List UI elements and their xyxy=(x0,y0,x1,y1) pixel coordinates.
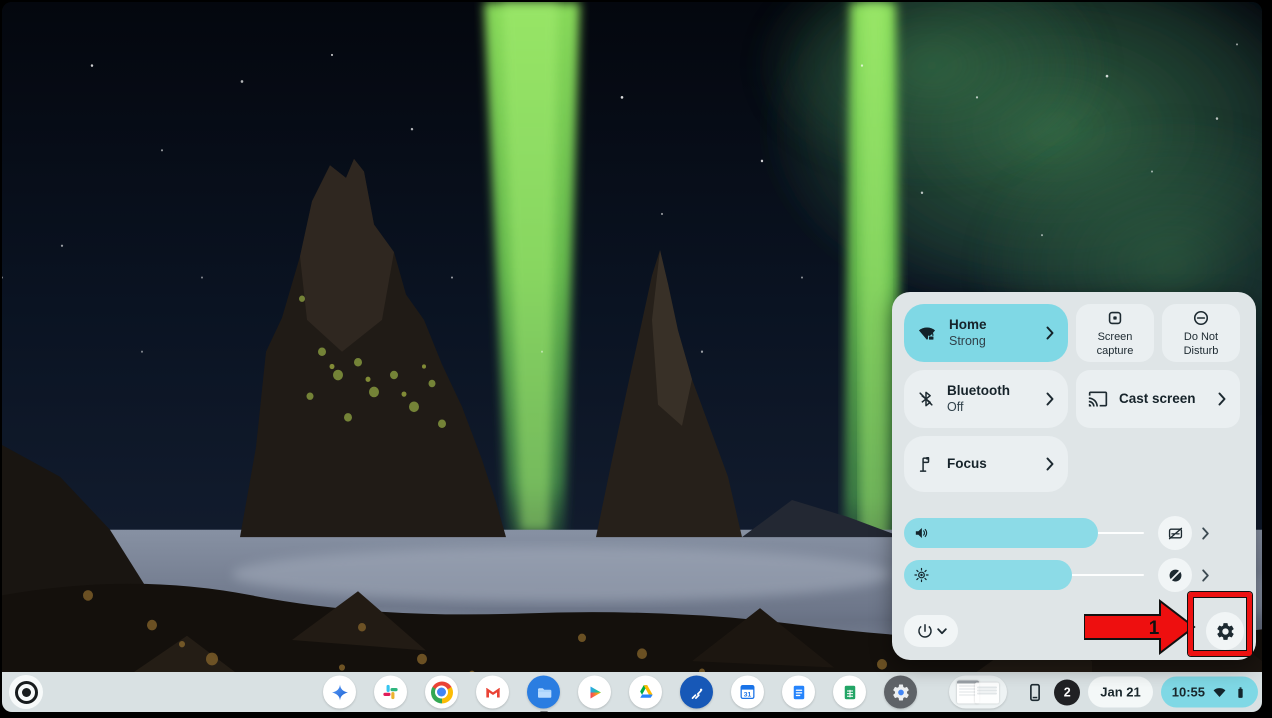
gemini-icon xyxy=(330,682,350,702)
live-caption-off-icon xyxy=(1166,524,1185,543)
gmail-icon xyxy=(483,682,503,702)
screenshot-frame: Home Strong Screen capture Do Not Distur… xyxy=(0,0,1272,718)
files-icon xyxy=(534,682,554,702)
app-screencast[interactable] xyxy=(680,676,713,709)
cast-screen-label: Cast screen xyxy=(1119,391,1216,407)
docs-icon xyxy=(790,683,808,701)
volume-slider-fill xyxy=(904,518,1098,548)
clock-label: 10:55 xyxy=(1172,685,1205,700)
chevron-right-icon xyxy=(1044,457,1056,471)
date-label: Jan 21 xyxy=(1100,685,1140,700)
shelf: 31 xyxy=(2,672,1262,712)
app-settings[interactable] xyxy=(884,676,917,709)
calendar-icon: 31 xyxy=(738,683,757,702)
screen-capture-icon xyxy=(1105,308,1125,328)
do-not-disturb-tile[interactable]: Do Not Disturb xyxy=(1162,304,1240,362)
network-status: Strong xyxy=(949,334,1044,349)
power-icon xyxy=(916,622,934,640)
night-light-off-icon xyxy=(1166,566,1185,585)
app-gmail[interactable] xyxy=(476,676,509,709)
chevron-down-icon xyxy=(937,628,947,635)
volume-slider[interactable] xyxy=(904,518,1144,548)
quick-settings-panel: Home Strong Screen capture Do Not Distur… xyxy=(892,292,1256,660)
phone-hub-button[interactable] xyxy=(1024,680,1046,704)
chevron-right-icon xyxy=(1216,392,1228,406)
power-button[interactable] xyxy=(904,615,958,647)
app-sheets[interactable] xyxy=(833,676,866,709)
phone-hub-icon xyxy=(1024,680,1046,704)
app-chrome[interactable] xyxy=(425,676,458,709)
chevron-right-icon xyxy=(1044,326,1056,340)
slack-icon xyxy=(381,683,400,702)
running-indicator xyxy=(540,711,548,712)
display-settings-chevron[interactable] xyxy=(1200,569,1211,582)
focus-label: Focus xyxy=(947,456,1044,472)
chevron-right-icon xyxy=(1044,392,1056,406)
bluetooth-status: Off xyxy=(947,400,1044,415)
app-drive[interactable] xyxy=(629,676,662,709)
svg-text:31: 31 xyxy=(744,691,752,698)
app-gemini[interactable] xyxy=(323,676,356,709)
brightness-slider[interactable] xyxy=(904,560,1144,590)
bluetooth-off-icon xyxy=(916,389,936,409)
app-calendar[interactable]: 31 xyxy=(731,676,764,709)
audio-settings-chevron[interactable] xyxy=(1200,527,1211,540)
wifi-lock-icon xyxy=(916,322,938,344)
chevron-right-icon xyxy=(1200,569,1211,582)
play-store-icon xyxy=(586,683,604,701)
screen-capture-tile[interactable]: Screen capture xyxy=(1076,304,1154,362)
focus-lamp-icon xyxy=(916,454,936,474)
focus-tile[interactable]: Focus xyxy=(904,436,1068,492)
wifi-icon xyxy=(1211,685,1228,700)
status-tray: 2 Jan 21 10:55 xyxy=(1024,677,1258,708)
chrome-icon xyxy=(431,681,453,703)
bluetooth-label: Bluetooth xyxy=(947,383,1044,399)
launcher-icon xyxy=(15,681,38,704)
brightness-icon xyxy=(913,567,930,584)
notification-count: 2 xyxy=(1064,685,1071,699)
pinned-apps: 31 xyxy=(323,676,1007,709)
screencast-icon xyxy=(688,683,706,701)
screen-capture-label: Screen capture xyxy=(1082,331,1148,357)
launcher-button[interactable] xyxy=(9,675,43,709)
status-area-button[interactable]: 10:55 xyxy=(1161,677,1258,708)
drive-icon xyxy=(636,683,655,702)
window-preview-button[interactable] xyxy=(949,676,1007,709)
network-name: Home xyxy=(949,317,1044,333)
cast-icon xyxy=(1088,389,1108,409)
app-slack[interactable] xyxy=(374,676,407,709)
window-thumbnail xyxy=(975,683,999,704)
do-not-disturb-icon xyxy=(1191,308,1211,328)
settings-app-icon xyxy=(891,682,911,702)
live-caption-button[interactable] xyxy=(1158,516,1192,550)
volume-icon xyxy=(913,525,930,542)
night-light-button[interactable] xyxy=(1158,558,1192,592)
cast-screen-tile[interactable]: Cast screen xyxy=(1076,370,1240,428)
app-docs[interactable] xyxy=(782,676,815,709)
date-button[interactable]: Jan 21 xyxy=(1088,677,1152,708)
settings-gear-icon xyxy=(1215,621,1236,642)
sheets-icon xyxy=(841,683,859,701)
app-play-store[interactable] xyxy=(578,676,611,709)
notification-counter[interactable]: 2 xyxy=(1054,679,1080,705)
do-not-disturb-label: Do Not Disturb xyxy=(1168,331,1234,357)
chromeos-desktop: Home Strong Screen capture Do Not Distur… xyxy=(2,2,1262,712)
open-settings-button[interactable] xyxy=(1206,612,1244,650)
bluetooth-tile[interactable]: Bluetooth Off xyxy=(904,370,1068,428)
battery-icon xyxy=(1234,683,1247,701)
chevron-right-icon xyxy=(1200,527,1211,540)
network-tile[interactable]: Home Strong xyxy=(904,304,1068,362)
app-files[interactable] xyxy=(527,676,560,709)
